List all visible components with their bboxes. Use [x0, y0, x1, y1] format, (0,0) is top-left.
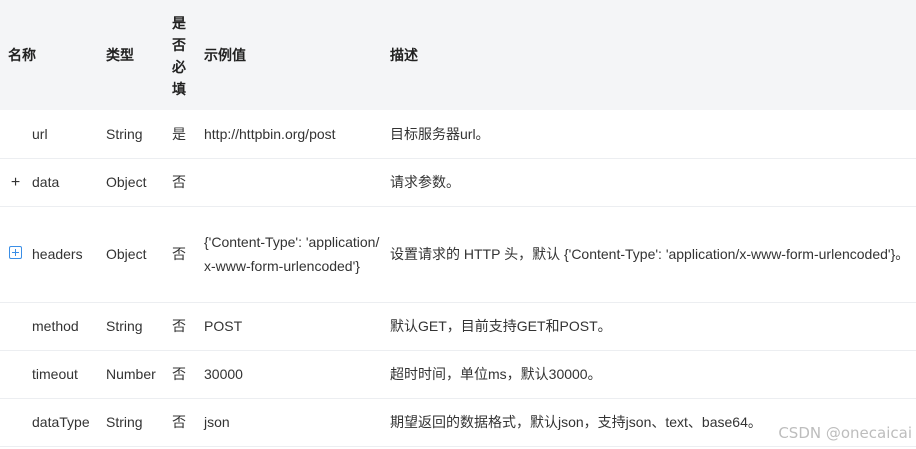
param-description: 默认GET，目前支持GET和POST。: [390, 302, 916, 351]
param-example: [204, 158, 390, 207]
table-row: headers Object 否 {'Content-Type': 'appli…: [0, 206, 916, 303]
table-row: method String 否 POST 默认GET，目前支持GET和POST。: [0, 302, 916, 351]
param-name: method: [32, 302, 106, 351]
expand-cell: [0, 302, 32, 351]
header-required-char: 否: [172, 37, 186, 53]
param-description: 目标服务器url。: [390, 110, 916, 159]
param-description: 设置请求的 HTTP 头，默认 {'Content-Type': 'applic…: [390, 206, 916, 303]
param-required: 否: [172, 398, 204, 447]
param-name: url: [32, 110, 106, 159]
header-name-cell: 名称: [0, 0, 106, 110]
param-type: String: [106, 110, 172, 159]
param-example: 30000: [204, 350, 390, 399]
table-header-row: 名称 类型 是 否 必 填 示例值 描述: [0, 0, 916, 110]
expand-cell: +: [0, 158, 32, 207]
header-name: 名称: [8, 47, 36, 63]
table-row: + data Object 否 请求参数。: [0, 158, 916, 207]
param-required: 否: [172, 206, 204, 303]
param-example: json: [204, 398, 390, 447]
header-required-char: 填: [172, 81, 186, 97]
expand-cell: [0, 398, 32, 447]
param-required: 否: [172, 158, 204, 207]
param-example: {'Content-Type': 'application/x-www-form…: [204, 206, 390, 303]
table-row: timeout Number 否 30000 超时时间，单位ms，默认30000…: [0, 350, 916, 399]
param-required: 否: [172, 350, 204, 399]
header-type-cell: 类型: [106, 0, 172, 110]
param-name: data: [32, 158, 106, 207]
header-required-cell: 是 否 必 填: [172, 0, 204, 110]
param-name: timeout: [32, 350, 106, 399]
param-example: http://httpbin.org/post: [204, 110, 390, 159]
header-description-cell: 描述: [390, 0, 916, 110]
header-example: 示例值: [204, 47, 246, 63]
csdn-watermark: CSDN @onecaicai: [778, 424, 912, 442]
params-table: 名称 类型 是 否 必 填 示例值 描述 url String 是 http:/…: [0, 0, 916, 447]
header-description: 描述: [390, 47, 418, 63]
header-example-cell: 示例值: [204, 0, 390, 110]
expand-boxed-plus-icon[interactable]: [9, 246, 22, 259]
param-type: Number: [106, 350, 172, 399]
table-row: url String 是 http://httpbin.org/post 目标服…: [0, 110, 916, 159]
header-type: 类型: [106, 47, 134, 63]
expand-cell: [0, 110, 32, 159]
param-type: String: [106, 398, 172, 447]
param-type: Object: [106, 206, 172, 303]
expand-cell: [0, 206, 32, 303]
header-required-char: 是: [172, 15, 186, 31]
expand-cell: [0, 350, 32, 399]
param-type: Object: [106, 158, 172, 207]
param-description: 超时时间，单位ms，默认30000。: [390, 350, 916, 399]
param-required: 是: [172, 110, 204, 159]
param-name: dataType: [32, 398, 106, 447]
param-type: String: [106, 302, 172, 351]
expand-plus-icon[interactable]: +: [9, 175, 22, 191]
param-description: 请求参数。: [390, 158, 916, 207]
header-required-char: 必: [172, 59, 186, 75]
param-name: headers: [32, 206, 106, 303]
param-required: 否: [172, 302, 204, 351]
param-example: POST: [204, 302, 390, 351]
